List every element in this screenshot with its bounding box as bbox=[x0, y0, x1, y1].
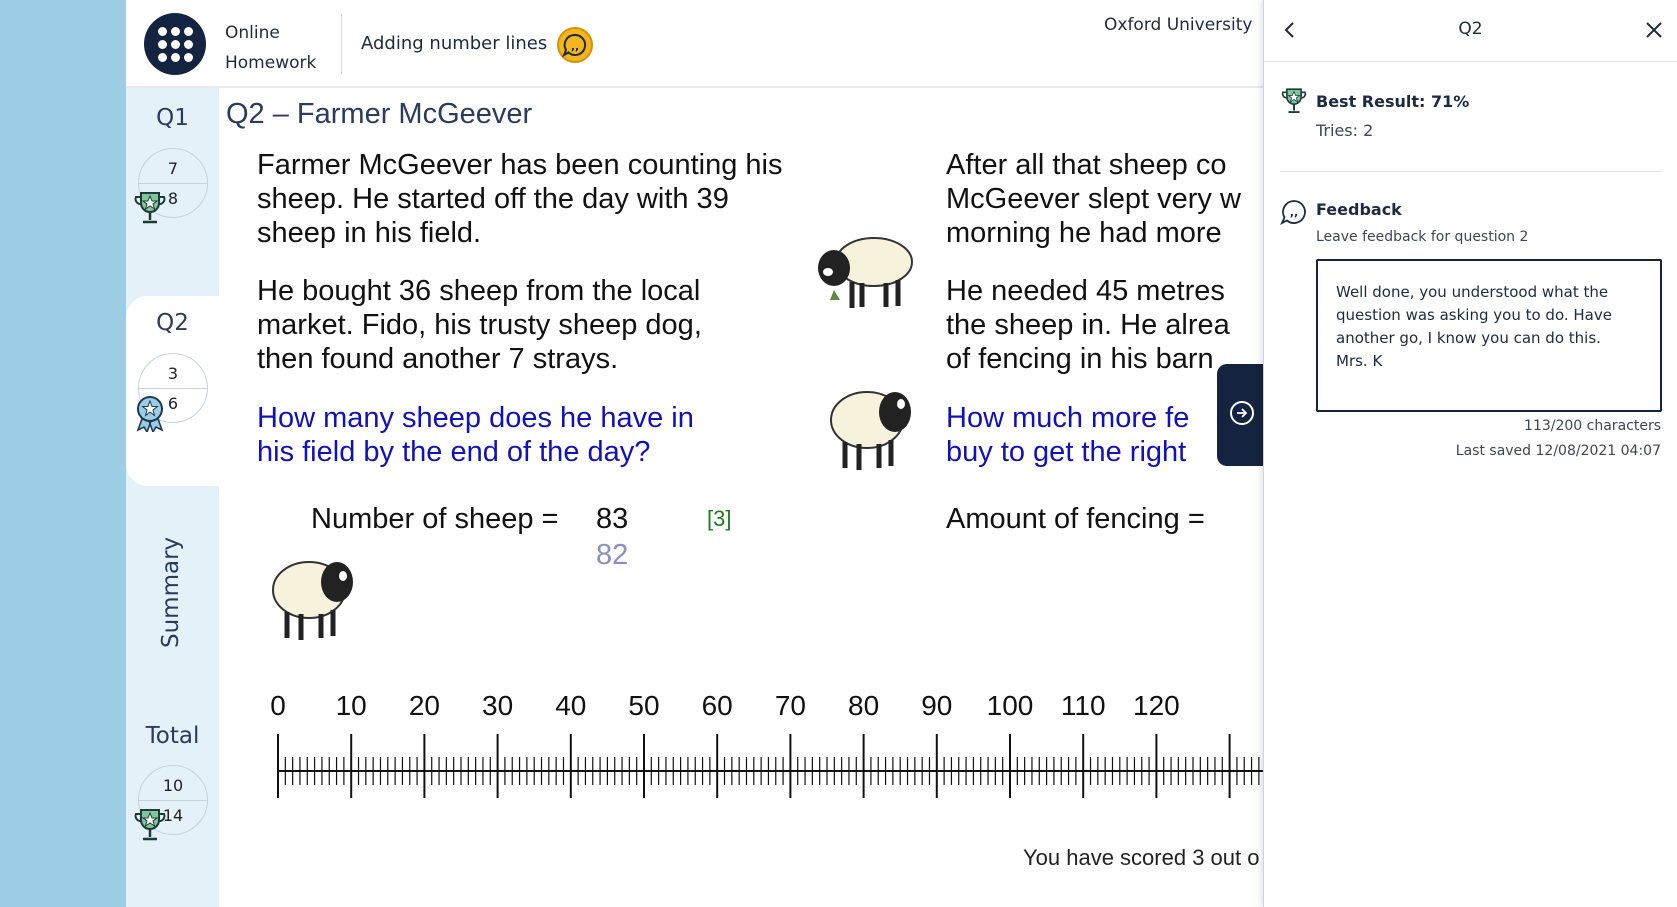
right-paragraph-1: After all that sheep co McGeever slept v… bbox=[946, 148, 1241, 250]
number-line-label: 20 bbox=[409, 690, 440, 721]
previous-answer: 82 bbox=[596, 539, 629, 571]
text-line: He needed 45 metres bbox=[946, 275, 1225, 307]
text-line: buy to get the right bbox=[946, 436, 1187, 468]
number-line-label: 80 bbox=[848, 690, 879, 721]
header-divider bbox=[341, 14, 342, 74]
panel-header: Q2 bbox=[1264, 0, 1677, 62]
apps-menu-button[interactable] bbox=[144, 13, 206, 75]
app-name: Online Homework bbox=[225, 18, 316, 78]
question-nav: Q1 7 8 Q2 3 6 Summary Total 10 14 bbox=[126, 88, 219, 907]
top-header: Online Homework Adding number lines ,, O… bbox=[126, 0, 1263, 88]
q1-score-circle: 7 8 bbox=[134, 148, 208, 224]
svg-text:,,: ,, bbox=[571, 40, 579, 53]
app-name-line2: Homework bbox=[225, 53, 317, 73]
next-question-button[interactable] bbox=[1217, 364, 1267, 466]
text-line: his field by the end of the day? bbox=[257, 436, 651, 468]
score-summary: You have scored 3 out o bbox=[1023, 845, 1260, 870]
homework-title: Adding number lines bbox=[361, 33, 548, 54]
number-line-label: 60 bbox=[702, 690, 733, 721]
homework-app: Online Homework Adding number lines ,, O… bbox=[126, 0, 1263, 907]
text-line: How many sheep does he have in bbox=[257, 402, 694, 434]
best-result: Best Result: 71% bbox=[1316, 92, 1470, 111]
left-paragraph-2: He bought 36 sheep from the local market… bbox=[257, 274, 702, 376]
speech-bubble-icon: ,, bbox=[1280, 200, 1306, 225]
text-line: How much more fe bbox=[946, 402, 1190, 434]
question-details-panel: Q2 Best Result: 71% Tries: 2 ,, Feedback… bbox=[1263, 0, 1677, 907]
text-line: of fencing in his barn bbox=[946, 343, 1214, 375]
total-score-circle: 10 14 bbox=[134, 765, 208, 841]
sheep-illustration bbox=[830, 391, 911, 470]
number-line-label: 100 bbox=[987, 690, 1034, 721]
text-line: After all that sheep co bbox=[946, 149, 1227, 181]
tab-q1-label: Q1 bbox=[156, 105, 189, 131]
text-line: He bought 36 sheep from the local bbox=[257, 275, 701, 307]
number-line-label: 70 bbox=[775, 690, 806, 721]
right-question: How much more fe buy to get the right bbox=[946, 401, 1189, 469]
tab-summary[interactable]: Summary bbox=[126, 498, 219, 696]
sheep-answer-label: Number of sheep = bbox=[311, 503, 559, 535]
number-line-label: 0 bbox=[270, 690, 286, 721]
tab-q2-label: Q2 bbox=[156, 310, 189, 336]
character-count: 113/200 characters bbox=[1524, 418, 1661, 434]
q2-score: 3 bbox=[167, 364, 179, 383]
number-line-label: 110 bbox=[1061, 690, 1106, 721]
text-line: market. Fido, his trusty sheep dog, bbox=[257, 309, 702, 341]
tab-q2[interactable]: Q2 3 6 bbox=[126, 296, 219, 486]
sheep-grazing-illustration bbox=[818, 237, 913, 308]
arrow-right-circle-icon bbox=[1230, 401, 1254, 425]
tab-total-label: Total bbox=[145, 723, 200, 749]
number-line-label: 50 bbox=[628, 690, 659, 721]
sheep-illustration bbox=[272, 561, 353, 640]
trophy-icon bbox=[134, 192, 166, 224]
svg-text:,,: ,, bbox=[1290, 206, 1298, 219]
text-line: Farmer McGeever has been counting his bbox=[257, 149, 783, 181]
speech-bubble-icon: ,, bbox=[562, 33, 587, 58]
number-line-label: 30 bbox=[482, 690, 513, 721]
q1-score: 7 bbox=[167, 159, 179, 178]
text-line: then found another 7 strays. bbox=[257, 343, 619, 375]
trophy-icon bbox=[1281, 88, 1307, 114]
feedback-textarea[interactable]: Well done, you understood what the quest… bbox=[1316, 259, 1662, 412]
total-score: 10 bbox=[162, 776, 184, 795]
feedback-title: Feedback bbox=[1316, 200, 1402, 219]
organisation-name: Oxford University bbox=[1104, 15, 1253, 35]
text-line: sheep in his field. bbox=[257, 217, 482, 249]
left-paragraph-1: Farmer McGeever has been counting his sh… bbox=[257, 148, 782, 250]
last-saved-timestamp: Last saved 12/08/2021 04:07 bbox=[1455, 443, 1661, 459]
fencing-answer-label: Amount of fencing = bbox=[946, 503, 1205, 535]
tab-summary-label: Summary bbox=[158, 536, 184, 648]
trophy-icon bbox=[134, 809, 166, 841]
panel-title: Q2 bbox=[1458, 19, 1483, 39]
text-line: the sheep in. He alrea bbox=[946, 309, 1230, 341]
tries-count: Tries: 2 bbox=[1316, 121, 1374, 140]
feedback-bubble-button[interactable]: ,, bbox=[557, 27, 593, 63]
text-line: morning he had more bbox=[946, 217, 1222, 249]
right-paragraph-2: He needed 45 metres the sheep in. He alr… bbox=[946, 274, 1230, 376]
app-name-line1: Online bbox=[225, 23, 280, 43]
left-question: How many sheep does he have in his field… bbox=[257, 401, 694, 469]
feedback-subtitle: Leave feedback for question 2 bbox=[1316, 229, 1529, 245]
sheep-answer-input[interactable]: 83 bbox=[596, 503, 628, 536]
award-ribbon-icon bbox=[136, 396, 164, 432]
question-content: Q2 – Farmer McGeever Farmer McGeever has… bbox=[219, 88, 1263, 907]
number-line-label: 120 bbox=[1133, 690, 1180, 721]
number-line-label: 90 bbox=[921, 690, 952, 721]
marks-awarded: [3] bbox=[707, 506, 732, 531]
number-line-label: 40 bbox=[555, 690, 586, 721]
text-line: sheep. He started off the day with 39 bbox=[257, 183, 729, 215]
q2-score-circle: 3 6 bbox=[136, 353, 208, 432]
close-icon[interactable] bbox=[1642, 18, 1666, 42]
tab-total[interactable]: Total 10 14 bbox=[126, 705, 219, 907]
text-line: McGeever slept very w bbox=[946, 183, 1241, 215]
best-result-section: Best Result: 71% Tries: 2 bbox=[1280, 84, 1662, 172]
question-title: Q2 – Farmer McGeever bbox=[226, 98, 533, 130]
number-line-label: 10 bbox=[336, 690, 367, 721]
tab-q1[interactable]: Q1 7 8 bbox=[126, 88, 219, 276]
number-line: 0 10 20 30 40 50 60 70 80 90 100 110 120 bbox=[270, 690, 1263, 798]
